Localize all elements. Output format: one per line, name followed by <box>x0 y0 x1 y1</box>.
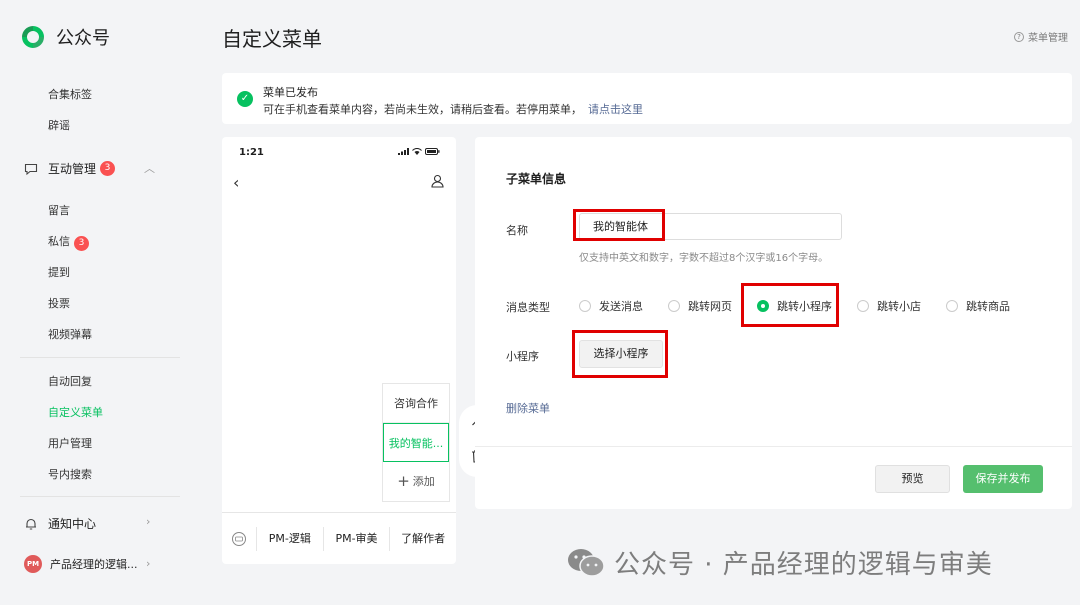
back-arrow-icon[interactable]: ‹ <box>233 173 239 192</box>
disable-menu-link[interactable]: 请点击这里 <box>588 103 643 116</box>
messages-badge: 3 <box>74 236 89 251</box>
sidebar-item-collection-tags[interactable]: 合集标签 <box>48 86 92 102</box>
bell-icon <box>26 518 36 530</box>
sidebar-item-comments[interactable]: 留言 <box>48 202 70 218</box>
sidebar-item-search[interactable]: 号内搜索 <box>48 466 92 482</box>
sub-menu-popup: 咨询合作 我的智能... + 添加 <box>382 383 450 502</box>
radio-dot <box>668 300 680 312</box>
radio-jump-shop[interactable]: 跳转小店 <box>857 298 946 314</box>
help-icon: ? <box>1014 31 1024 42</box>
menu-item-pm-logic[interactable]: PM-逻辑 <box>256 526 323 551</box>
phone-time: 1:21 <box>239 147 264 158</box>
notice-title: 菜单已发布 <box>263 86 318 99</box>
sidebar-item-user-management[interactable]: 用户管理 <box>48 435 92 451</box>
phone-preview: 1:21 ‹ 咨询合作 我的智能... + 添加 PM-逻辑 PM-审美 了解作者 <box>222 137 456 564</box>
sidebar-item-label: 通知中心 <box>48 517 97 531</box>
sub-menu-item-my-agent[interactable]: 我的智能... <box>383 423 449 462</box>
name-hint: 仅支持中英文和数字，字数不超过8个汉字或16个字母。 <box>579 253 829 264</box>
section-title: 子菜单信息 <box>506 172 567 186</box>
comment-icon <box>24 163 38 175</box>
radio-dot <box>946 300 958 312</box>
plus-icon: + <box>397 472 410 490</box>
user-profile-icon[interactable] <box>431 174 444 188</box>
sidebar: 公众号 合集标签 辟谣 互动管理 3 ︿ 留言 私信 3 提到 投票 视频弹幕 自… <box>0 0 195 605</box>
phone-bottom-menu-bar: PM-逻辑 PM-审美 了解作者 <box>222 512 456 564</box>
chevron-up-icon[interactable]: ︿ <box>144 160 155 176</box>
keyboard-icon <box>232 531 246 546</box>
radio-label: 发送消息 <box>599 300 643 313</box>
logo[interactable]: 公众号 <box>20 24 110 50</box>
radio-send-message[interactable]: 发送消息 <box>579 298 668 314</box>
sidebar-group-label: 互动管理 <box>48 162 97 176</box>
radio-jump-product[interactable]: 跳转商品 <box>946 298 1035 314</box>
sub-menu-item-consulting[interactable]: 咨询合作 <box>383 384 449 423</box>
sidebar-item-custom-menu[interactable]: 自定义菜单 <box>48 404 103 420</box>
account-name: 产品经理的逻辑... <box>50 558 138 571</box>
page-title: 自定义菜单 <box>222 27 322 51</box>
logo-text: 公众号 <box>56 28 110 49</box>
sidebar-item-label: 私信 <box>48 235 70 248</box>
chevron-right-icon[interactable]: › <box>146 515 150 528</box>
menu-management-help-link[interactable]: ? 菜单管理 <box>1014 29 1068 44</box>
radio-dot <box>579 300 591 312</box>
radio-label: 跳转小店 <box>877 300 921 313</box>
highlight-box-select-mini-program <box>572 330 668 378</box>
account-switcher[interactable]: PM 产品经理的逻辑... <box>24 555 138 573</box>
success-check-icon: ✓ <box>237 91 253 107</box>
radio-dot <box>857 300 869 312</box>
publish-notice: ✓ 菜单已发布 可在手机查看菜单内容，若尚未生效，请稍后查看。若停用菜单， 请点击… <box>222 73 1072 124</box>
keyboard-toggle[interactable] <box>222 531 256 547</box>
add-label: 添加 <box>412 475 435 488</box>
radio-label: 跳转网页 <box>688 300 732 313</box>
notice-text: 可在手机查看菜单内容，若尚未生效，请稍后查看。若停用菜单， <box>263 103 582 116</box>
notice-body: 可在手机查看菜单内容，若尚未生效，请稍后查看。若停用菜单， 请点击这里 <box>263 101 643 117</box>
sidebar-divider <box>20 496 180 497</box>
mini-program-label: 小程序 <box>506 350 539 363</box>
card-divider <box>475 446 1072 447</box>
add-sub-menu-button[interactable]: + 添加 <box>383 462 449 501</box>
radio-label: 跳转商品 <box>966 300 1010 313</box>
interaction-badge: 3 <box>100 161 116 176</box>
sidebar-divider <box>20 357 180 358</box>
sidebar-item-notifications[interactable]: 通知中心 <box>24 515 96 532</box>
message-type-label: 消息类型 <box>506 301 550 314</box>
sidebar-item-danmaku[interactable]: 视频弹幕 <box>48 326 92 342</box>
sidebar-item-rumor[interactable]: 辟谣 <box>48 117 70 133</box>
wechat-icon <box>568 548 605 577</box>
account-avatar: PM <box>24 555 42 573</box>
phone-status-bar <box>398 148 440 155</box>
sidebar-item-polls[interactable]: 投票 <box>48 295 70 311</box>
highlight-box-name <box>573 209 665 241</box>
watermark-text: 公众号 · 产品经理的逻辑与审美 <box>614 550 993 580</box>
save-and-publish-button[interactable]: 保存并发布 <box>963 465 1043 493</box>
sidebar-item-auto-reply[interactable]: 自动回复 <box>48 373 92 389</box>
watermark: 公众号 · 产品经理的逻辑与审美 <box>566 544 993 581</box>
menu-item-about-author[interactable]: 了解作者 <box>389 526 456 551</box>
name-label: 名称 <box>506 224 528 237</box>
menu-item-pm-aesthetics[interactable]: PM-审美 <box>322 526 390 551</box>
signal-icon <box>398 148 409 155</box>
sidebar-group-interaction[interactable]: 互动管理 3 <box>24 160 116 177</box>
help-link-label: 菜单管理 <box>1028 33 1068 44</box>
wifi-icon <box>412 148 422 155</box>
preview-button[interactable]: 预览 <box>875 465 950 493</box>
battery-icon <box>425 148 440 155</box>
wechat-mp-logo-icon <box>22 26 44 48</box>
sidebar-item-messages[interactable]: 私信 3 <box>48 233 89 251</box>
highlight-box-mini-program-radio <box>741 283 839 327</box>
sidebar-item-mentions[interactable]: 提到 <box>48 264 70 280</box>
chevron-right-icon[interactable]: › <box>146 557 150 570</box>
delete-menu-link[interactable]: 删除菜单 <box>506 400 550 416</box>
